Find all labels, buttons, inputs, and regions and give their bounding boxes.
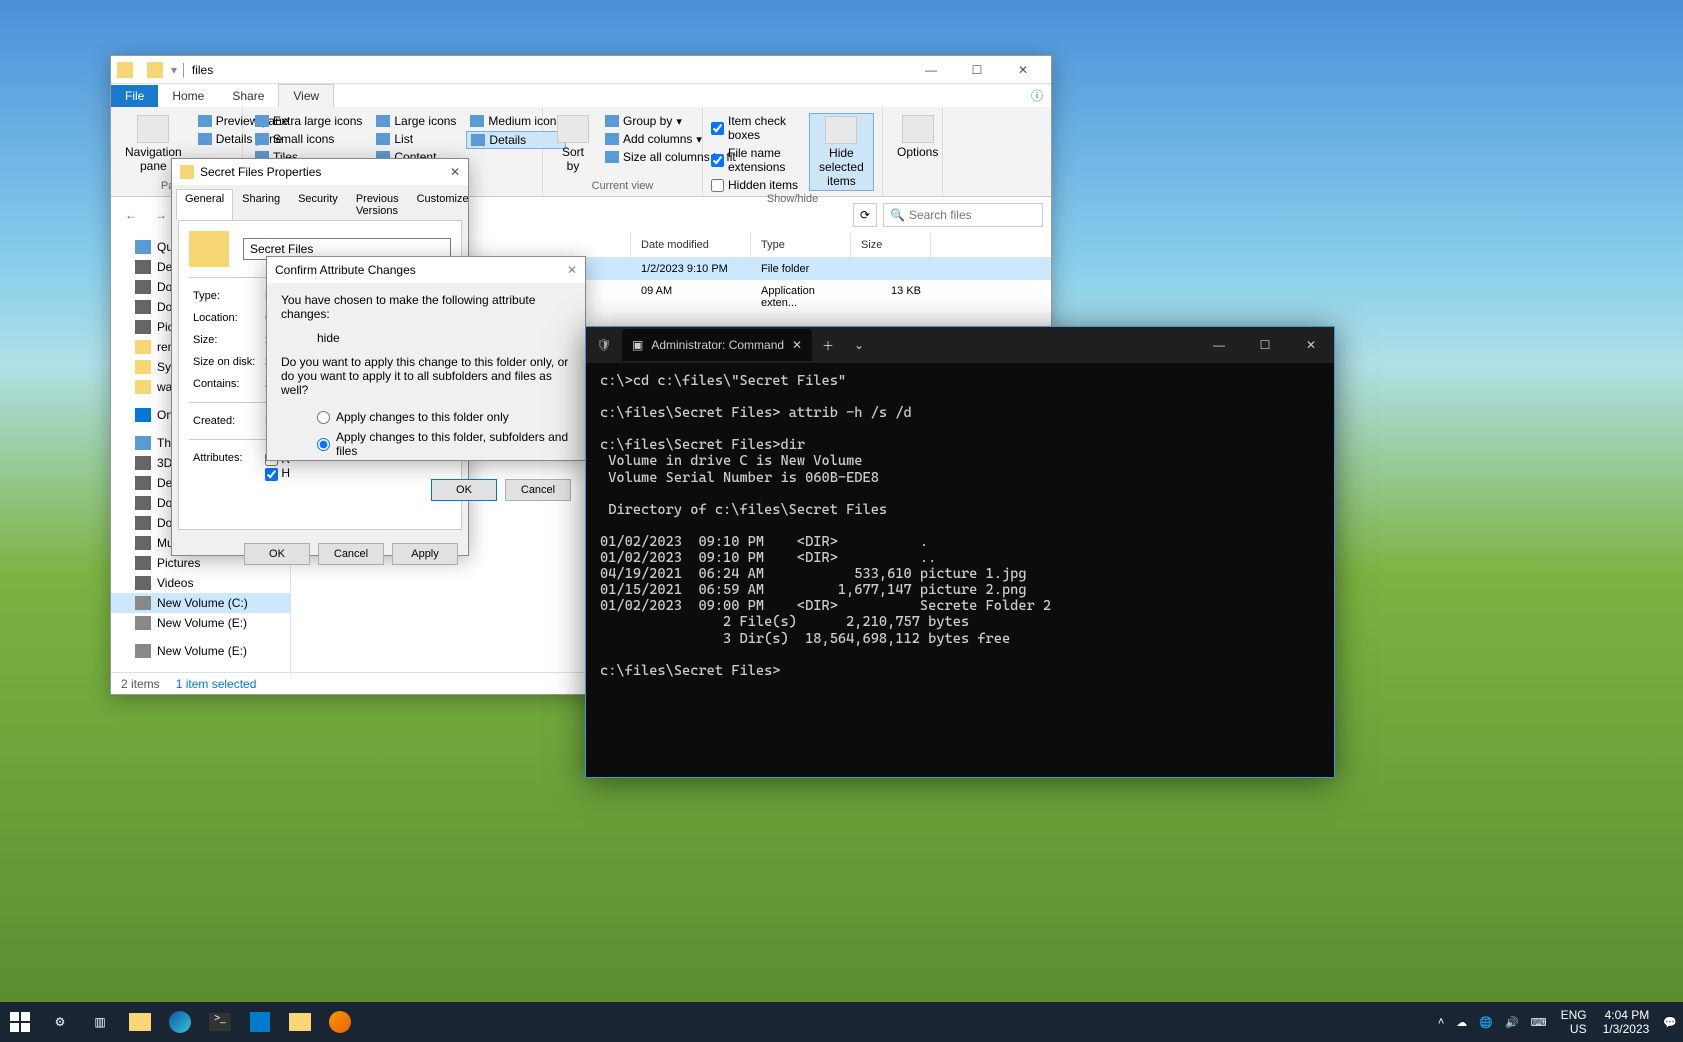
column-date[interactable]: Date modified	[631, 233, 751, 257]
tab-view[interactable]: View	[278, 84, 334, 107]
extra-large-icons-option[interactable]: Extra large icons	[251, 113, 366, 129]
cancel-button[interactable]: Cancel	[505, 479, 571, 501]
cancel-button[interactable]: Cancel	[318, 543, 384, 565]
confirm-dialog: Confirm Attribute Changes ✕ You have cho…	[266, 256, 586, 461]
ribbon-tabs: File Home Share View ⓘ	[111, 84, 1051, 107]
ok-button[interactable]: OK	[431, 479, 497, 501]
help-icon[interactable]: ⓘ	[1031, 87, 1051, 104]
tab-share[interactable]: Share	[218, 85, 278, 107]
close-button[interactable]: ✕	[567, 263, 577, 277]
search-input[interactable]: 🔍 Search files	[883, 203, 1043, 227]
item-count: 2 items	[121, 677, 160, 691]
column-type[interactable]: Type	[751, 233, 851, 257]
tab-customize[interactable]: Customize	[408, 189, 478, 221]
volume-tray-icon[interactable]: 🔊	[1499, 1002, 1525, 1042]
task-view-icon[interactable]: ▥	[80, 1002, 120, 1042]
folder-icon	[147, 62, 163, 78]
sort-by-button[interactable]: Sort by	[551, 113, 595, 175]
tab-home[interactable]: Home	[158, 85, 218, 107]
terminal-output[interactable]: c:\>cd c:\files\"Secret Files" c:\files\…	[586, 363, 1334, 689]
selection-count: 1 item selected	[176, 677, 257, 691]
apply-all-radio[interactable]: Apply changes to this folder, subfolders…	[281, 427, 571, 461]
sidebar-item-c-drive[interactable]: New Volume (C:)	[111, 593, 290, 613]
tab-general[interactable]: General	[176, 189, 233, 221]
close-button[interactable]: ✕	[450, 165, 460, 179]
language-indicator[interactable]: ENGUS	[1553, 1008, 1595, 1037]
edge-icon[interactable]	[160, 1002, 200, 1042]
folder-icon	[117, 62, 133, 78]
folder-icon	[189, 231, 229, 267]
tab-previous-versions[interactable]: Previous Versions	[347, 189, 408, 221]
ok-button[interactable]: OK	[244, 543, 310, 565]
confirm-titlebar[interactable]: Confirm Attribute Changes ✕	[267, 257, 585, 283]
maximize-button[interactable]: ☐	[1242, 329, 1288, 361]
explorer-titlebar[interactable]: ▾ │ files — ☐ ✕	[111, 56, 1051, 84]
minimize-button[interactable]: —	[917, 60, 945, 80]
column-size[interactable]: Size	[851, 233, 931, 257]
folder-icon	[180, 165, 194, 179]
properties-titlebar[interactable]: Secret Files Properties ✕	[172, 159, 468, 185]
explorer-icon[interactable]	[280, 1002, 320, 1042]
forward-button[interactable]: →	[149, 203, 173, 227]
sidebar-item-e-drive[interactable]: New Volume (E:)	[111, 641, 290, 661]
close-button[interactable]: ✕	[1288, 329, 1334, 361]
tab-sharing[interactable]: Sharing	[233, 189, 289, 221]
clock[interactable]: 4:04 PM1/3/2023	[1595, 1008, 1658, 1037]
maximize-button[interactable]: ☐	[963, 60, 991, 80]
options-button[interactable]: Options	[891, 113, 944, 161]
start-button[interactable]	[0, 1002, 40, 1042]
sidebar-item-videos[interactable]: Videos	[111, 573, 290, 593]
settings-icon[interactable]: ⚙	[40, 1002, 80, 1042]
notifications-icon[interactable]: 💬	[1657, 1002, 1683, 1042]
list-option[interactable]: List	[372, 131, 460, 147]
small-icons-option[interactable]: Small icons	[251, 131, 366, 147]
refresh-button[interactable]: ⟳	[853, 203, 877, 227]
back-button[interactable]: ←	[119, 203, 143, 227]
apply-folder-only-radio[interactable]: Apply changes to this folder only	[281, 407, 571, 427]
large-icons-option[interactable]: Large icons	[372, 113, 460, 129]
taskbar: ⚙ ▥ >_ ˄ ☁ 🌐 🔊 ⌨ ENGUS 4:04 PM1/3/2023 💬	[0, 1002, 1683, 1042]
terminal-window: 🛡 ▣ Administrator: Command Prom ✕ ＋ ⌄ — …	[585, 326, 1335, 778]
window-title: files	[192, 63, 213, 77]
network-tray-icon[interactable]: 🌐	[1473, 1002, 1499, 1042]
close-tab-button[interactable]: ✕	[792, 338, 802, 352]
firefox-icon[interactable]	[320, 1002, 360, 1042]
tab-dropdown-button[interactable]: ⌄	[844, 338, 874, 352]
shield-icon: 🛡	[590, 331, 618, 359]
close-button[interactable]: ✕	[1009, 60, 1037, 80]
minimize-button[interactable]: —	[1196, 329, 1242, 361]
apply-button[interactable]: Apply	[392, 543, 458, 565]
sidebar-item-e-drive[interactable]: New Volume (E:)	[111, 613, 290, 633]
onedrive-tray-icon[interactable]: ☁	[1450, 1002, 1473, 1042]
keyboard-tray-icon[interactable]: ⌨	[1525, 1002, 1553, 1042]
vscode-icon[interactable]	[240, 1002, 280, 1042]
cmd-icon: ▣	[632, 338, 643, 352]
terminal-tab[interactable]: ▣ Administrator: Command Prom ✕	[622, 329, 812, 361]
new-tab-button[interactable]: ＋	[812, 337, 844, 354]
explorer-icon[interactable]	[120, 1002, 160, 1042]
terminal-titlebar[interactable]: 🛡 ▣ Administrator: Command Prom ✕ ＋ ⌄ — …	[586, 327, 1334, 363]
hidden-items-checkbox[interactable]: Hidden items	[711, 177, 803, 193]
tray-chevron-icon[interactable]: ˄	[1432, 1002, 1450, 1042]
item-check-boxes-checkbox[interactable]: Item check boxes	[711, 113, 803, 143]
terminal-icon[interactable]: >_	[200, 1002, 240, 1042]
tab-security[interactable]: Security	[289, 189, 347, 221]
search-icon: 🔍	[890, 208, 905, 222]
file-extensions-checkbox[interactable]: File name extensions	[711, 145, 803, 175]
hide-selected-button[interactable]: Hide selected items	[809, 113, 874, 191]
tab-file[interactable]: File	[111, 85, 158, 107]
